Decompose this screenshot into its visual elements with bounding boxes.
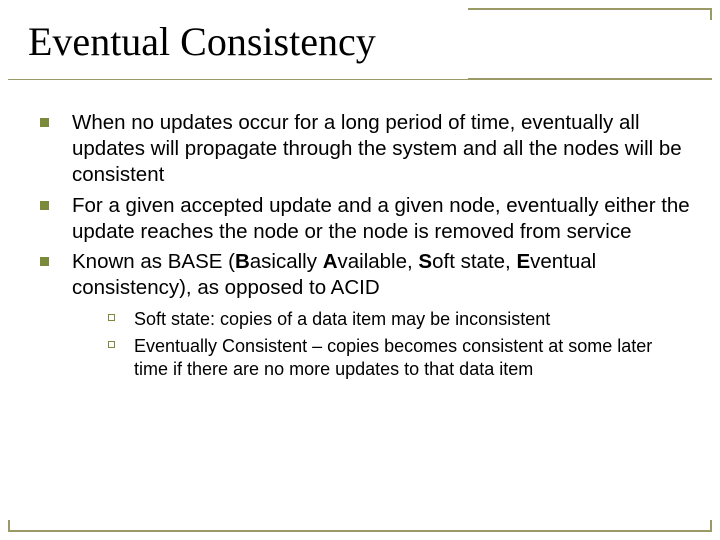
sub-bullet-wrap: Soft state: copies of a data item may be… <box>72 308 690 381</box>
bullet-item: Known as BASE (Basically Available, Soft… <box>36 249 690 381</box>
frame-bottom-border <box>8 520 712 532</box>
bullet-text: Known as BASE (Basically Available, Soft… <box>72 250 596 299</box>
bullet-text: When no updates occur for a long period … <box>72 111 682 186</box>
bullet-text: For a given accepted update and a given … <box>72 194 690 243</box>
sub-bullet-list: Soft state: copies of a data item may be… <box>100 308 690 381</box>
sub-bullet-item: Soft state: copies of a data item may be… <box>100 308 690 331</box>
slide: Eventual Consistency When no updates occ… <box>0 0 720 540</box>
bullet-item: For a given accepted update and a given … <box>36 193 690 245</box>
slide-title: Eventual Consistency <box>0 0 468 79</box>
sub-bullet-text: Eventually Consistent – copies becomes c… <box>134 336 652 379</box>
bullet-item: When no updates occur for a long period … <box>36 110 690 189</box>
bullet-list: When no updates occur for a long period … <box>36 110 690 381</box>
sub-bullet-item: Eventually Consistent – copies becomes c… <box>100 335 690 381</box>
sub-bullet-text: Soft state: copies of a data item may be… <box>134 309 550 329</box>
slide-body: When no updates occur for a long period … <box>36 110 690 385</box>
